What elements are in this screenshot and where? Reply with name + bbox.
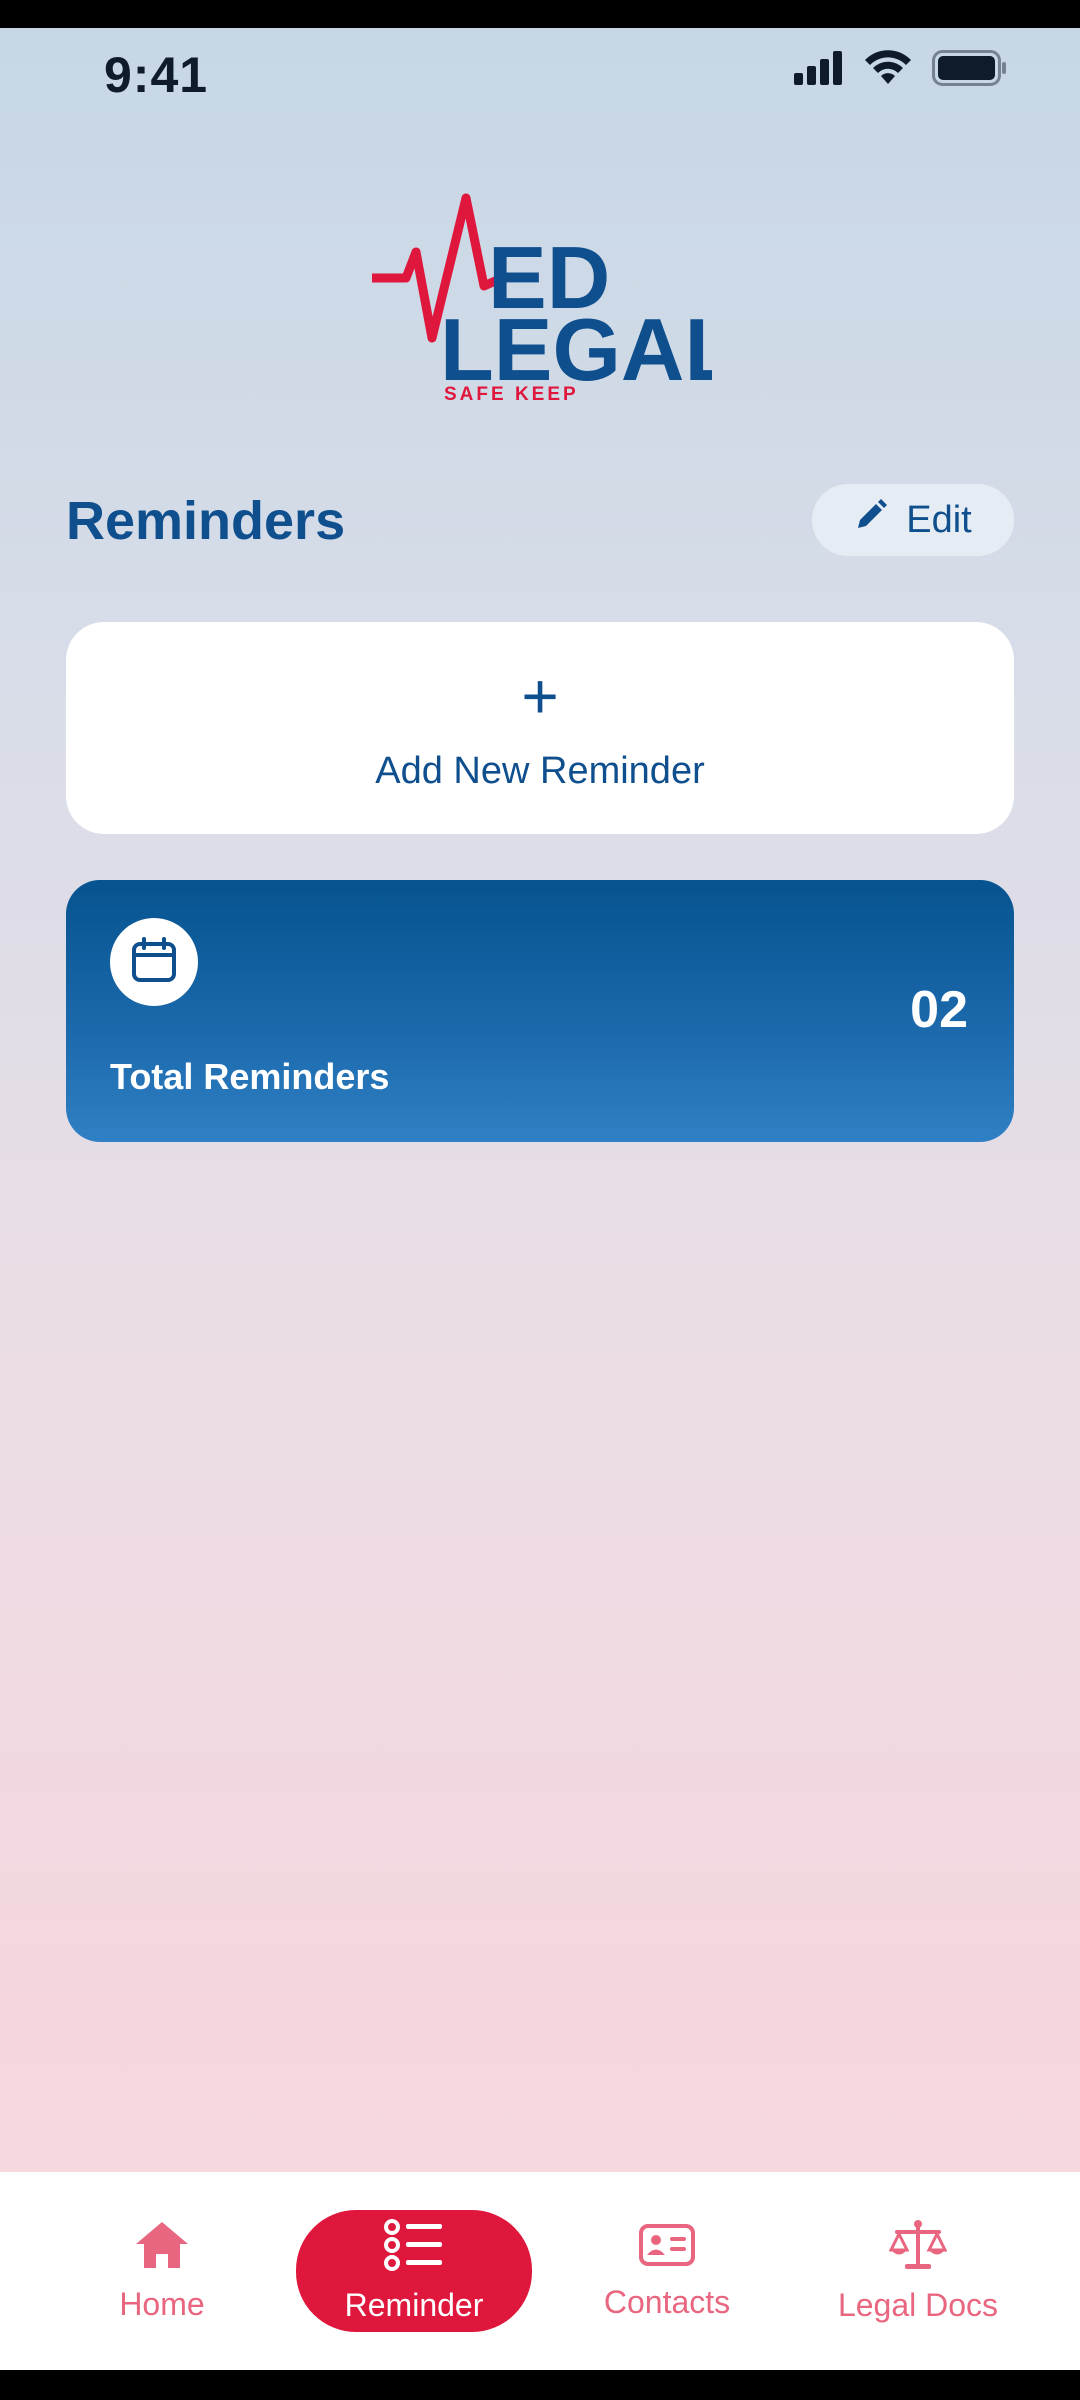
calendar-icon: [130, 936, 178, 989]
total-reminders-count: 02: [910, 981, 968, 1039]
wifi-icon: [864, 50, 912, 91]
total-reminders-card: 02 Total Reminders: [66, 880, 1014, 1142]
nav-item-legal-docs[interactable]: Legal Docs: [830, 2210, 1006, 2332]
nav-label-contacts: Contacts: [603, 2283, 731, 2320]
nav-label-reminder: Reminder: [344, 2286, 484, 2323]
contact-card-icon: [639, 2222, 695, 2276]
calendar-icon-badge: [110, 918, 198, 1006]
cellular-signal-icon: [794, 51, 844, 90]
pencil-icon: [854, 498, 888, 542]
page-title: Reminders: [66, 491, 346, 551]
app-logo: ED LEGAL SAFE KEEP: [372, 192, 712, 412]
logo-tagline: SAFE KEEP: [444, 384, 579, 405]
edit-button[interactable]: Edit: [812, 484, 1014, 556]
add-new-reminder-label: Add New Reminder: [375, 749, 705, 792]
status-icons: [794, 50, 1008, 91]
nav-item-reminder[interactable]: Reminder: [296, 2210, 532, 2332]
scales-icon: [888, 2219, 948, 2279]
battery-icon: [932, 50, 1008, 91]
screen-bottom-border: [0, 2370, 1080, 2400]
home-icon: [134, 2220, 190, 2278]
screen-top-border: [0, 0, 1080, 28]
nav-label-home: Home: [119, 2285, 205, 2322]
nav-label-legal-docs: Legal Docs: [837, 2286, 999, 2323]
bottom-navigation: Home Reminder Contacts Legal Docs: [0, 2172, 1080, 2370]
status-time: 9:41: [104, 47, 209, 103]
nav-item-home[interactable]: Home: [100, 2210, 224, 2332]
list-icon: [384, 2218, 444, 2279]
plus-icon: +: [521, 659, 559, 732]
add-new-reminder-button[interactable]: + Add New Reminder: [66, 622, 1014, 834]
nav-item-contacts[interactable]: Contacts: [596, 2210, 738, 2332]
total-reminders-label: Total Reminders: [110, 1056, 390, 1097]
edit-button-label: Edit: [906, 498, 972, 541]
